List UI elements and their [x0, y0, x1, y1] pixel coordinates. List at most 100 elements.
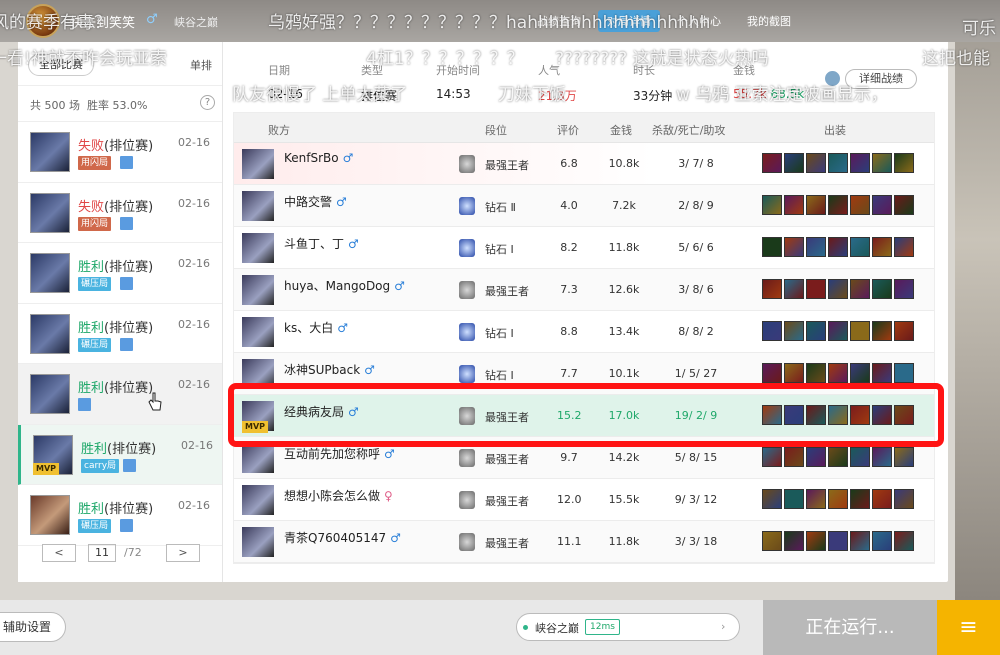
- item-icon[interactable]: [894, 405, 914, 425]
- item-icon[interactable]: [784, 489, 804, 509]
- item-icon[interactable]: [784, 447, 804, 467]
- item-icon[interactable]: [894, 531, 914, 551]
- item-icon[interactable]: [850, 489, 870, 509]
- item-icon[interactable]: [872, 447, 892, 467]
- item-icon[interactable]: [850, 405, 870, 425]
- image-icon[interactable]: [120, 216, 133, 230]
- player-name[interactable]: 青茶Q760405147: [284, 531, 386, 545]
- player-name[interactable]: 想想小陈会怎么做: [284, 489, 380, 503]
- item-icon[interactable]: [850, 279, 870, 299]
- item-icon[interactable]: [784, 153, 804, 173]
- item-icon[interactable]: [894, 153, 914, 173]
- item-icon[interactable]: [894, 321, 914, 341]
- user-avatar[interactable]: [26, 4, 60, 38]
- item-icon[interactable]: [828, 363, 848, 383]
- table-row[interactable]: 中路交警 ♂ 钻石 Ⅱ 4.0 7.2k 2/ 8/ 9: [234, 185, 934, 227]
- match-list-item[interactable]: 失败(排位赛) 02-16 用闪局: [18, 182, 222, 243]
- match-list-item[interactable]: 胜利(排位赛) 02-16: [18, 364, 222, 425]
- item-icon[interactable]: [806, 531, 826, 551]
- item-icon[interactable]: [894, 279, 914, 299]
- item-icon[interactable]: [872, 363, 892, 383]
- item-icon[interactable]: [828, 195, 848, 215]
- item-icon[interactable]: [784, 405, 804, 425]
- item-icon[interactable]: [828, 279, 848, 299]
- image-icon[interactable]: [120, 337, 133, 351]
- item-icon[interactable]: [762, 153, 782, 173]
- item-icon[interactable]: [806, 279, 826, 299]
- detailed-record-button[interactable]: 详细战绩: [845, 69, 917, 89]
- item-icon[interactable]: [762, 405, 782, 425]
- player-name[interactable]: 经典病友局: [284, 405, 344, 419]
- item-icon[interactable]: [806, 321, 826, 341]
- item-icon[interactable]: [872, 405, 892, 425]
- item-icon[interactable]: [762, 489, 782, 509]
- match-list-item[interactable]: 胜利(排位赛) 02-16 碾压局: [18, 485, 222, 546]
- item-icon[interactable]: [806, 237, 826, 257]
- prev-page-button[interactable]: <: [42, 544, 76, 562]
- table-row[interactable]: huya、MangoDog ♂ 最强王者 7.3 12.6k 3/ 8/ 6: [234, 269, 934, 311]
- item-icon[interactable]: [828, 447, 848, 467]
- image-icon[interactable]: [78, 398, 91, 411]
- image-icon[interactable]: [120, 277, 133, 290]
- item-icon[interactable]: [828, 237, 848, 257]
- item-icon[interactable]: [762, 279, 782, 299]
- match-list-item[interactable]: 胜利(排位赛) 02-16 碾压局: [18, 303, 222, 364]
- nav-record[interactable]: 战绩查询: [528, 10, 590, 32]
- item-icon[interactable]: [762, 237, 782, 257]
- table-row[interactable]: 想想小陈会怎么做 ♀ 最强王者 12.0 15.5k 9/ 3/ 12: [234, 479, 934, 521]
- help-icon[interactable]: ?: [200, 95, 215, 110]
- page-input[interactable]: 11: [88, 544, 116, 562]
- item-icon[interactable]: [894, 237, 914, 257]
- player-name[interactable]: 互动前先加您称呼: [284, 447, 380, 461]
- item-icon[interactable]: [828, 405, 848, 425]
- player-name[interactable]: 斗鱼丁、丁: [284, 237, 344, 251]
- player-name[interactable]: huya、MangoDog: [284, 279, 390, 293]
- item-icon[interactable]: [806, 405, 826, 425]
- item-icon[interactable]: [784, 363, 804, 383]
- item-icon[interactable]: [806, 195, 826, 215]
- item-icon[interactable]: [828, 153, 848, 173]
- item-icon[interactable]: [872, 195, 892, 215]
- item-icon[interactable]: [784, 321, 804, 341]
- mode-filter-link[interactable]: 单排: [190, 57, 212, 73]
- filter-all-button[interactable]: 全部比赛: [28, 54, 94, 76]
- match-list-item[interactable]: 胜利(排位赛) 02-16 碾压局: [18, 243, 222, 304]
- item-icon[interactable]: [806, 363, 826, 383]
- item-icon[interactable]: [784, 531, 804, 551]
- item-icon[interactable]: [806, 489, 826, 509]
- assist-settings-button[interactable]: 辅助设置: [0, 612, 66, 642]
- table-row[interactable]: 斗鱼丁、丁 ♂ 钻石 Ⅰ 8.2 11.8k 5/ 6/ 6: [234, 227, 934, 269]
- image-icon[interactable]: [123, 458, 136, 472]
- table-row[interactable]: KenfSrBo ♂ 最强王者 6.8 10.8k 3/ 7/ 8: [234, 143, 934, 185]
- item-icon[interactable]: [828, 321, 848, 341]
- image-icon[interactable]: [120, 156, 133, 169]
- item-icon[interactable]: [762, 363, 782, 383]
- table-row[interactable]: 青茶Q760405147 ♂ 最强王者 11.1 11.8k 3/ 3/ 18: [234, 521, 934, 563]
- item-icon[interactable]: [894, 447, 914, 467]
- item-icon[interactable]: [872, 237, 892, 257]
- item-icon[interactable]: [784, 237, 804, 257]
- player-name[interactable]: ks、大白: [284, 321, 333, 335]
- item-icon[interactable]: [850, 363, 870, 383]
- item-icon[interactable]: [872, 321, 892, 341]
- player-name[interactable]: 冰神SUPback: [284, 363, 360, 377]
- item-icon[interactable]: [762, 447, 782, 467]
- item-icon[interactable]: [850, 531, 870, 551]
- match-list-item[interactable]: 失败(排位赛) 02-16 用闪局: [18, 122, 222, 183]
- player-name[interactable]: KenfSrBo: [284, 151, 339, 165]
- item-icon[interactable]: [894, 195, 914, 215]
- item-icon[interactable]: [806, 447, 826, 467]
- next-page-button[interactable]: >: [166, 544, 200, 562]
- item-icon[interactable]: [828, 531, 848, 551]
- item-icon[interactable]: [784, 195, 804, 215]
- nav-detail[interactable]: 对局详情: [598, 10, 660, 32]
- item-icon[interactable]: [894, 489, 914, 509]
- item-icon[interactable]: [850, 195, 870, 215]
- item-icon[interactable]: [850, 153, 870, 173]
- table-row[interactable]: 互动前先加您称呼 ♂ 最强王者 9.7 14.2k 5/ 8/ 15: [234, 437, 934, 479]
- nav-profile[interactable]: 个人中心: [668, 10, 730, 32]
- item-icon[interactable]: [784, 279, 804, 299]
- item-icon[interactable]: [806, 153, 826, 173]
- item-icon[interactable]: [872, 279, 892, 299]
- match-list-item[interactable]: MVP 胜利(排位赛) 02-16 carry局: [18, 424, 222, 485]
